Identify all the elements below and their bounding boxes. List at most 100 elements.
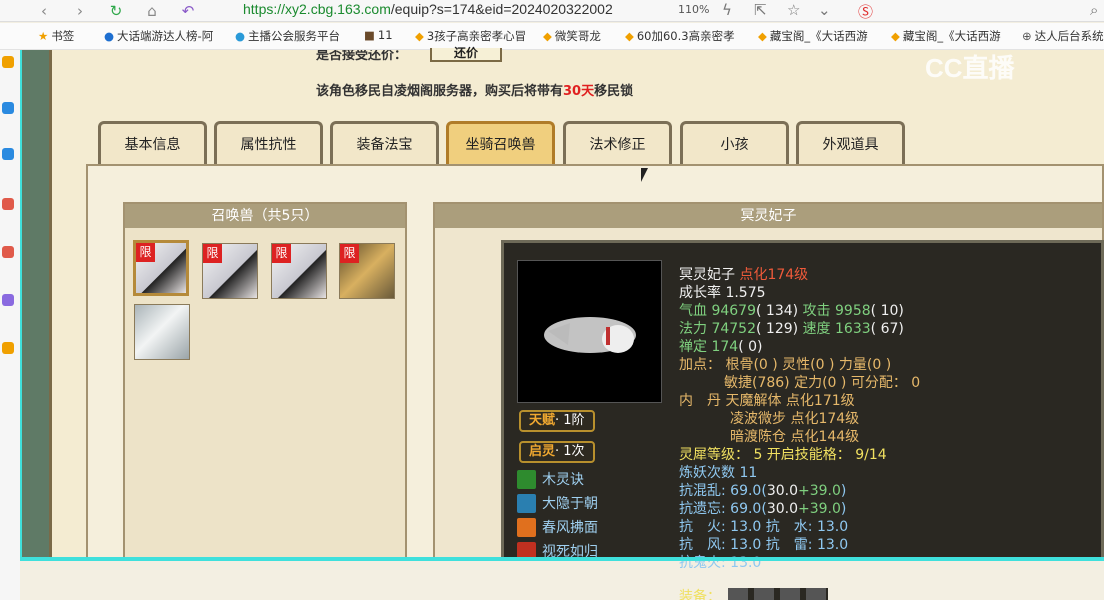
site-icon: ◆ [543, 29, 552, 43]
bargain-button[interactable]: 还价 [430, 47, 502, 62]
equipment-slots[interactable] [728, 588, 828, 600]
overlay-border-bottom [20, 557, 1104, 561]
qiling-badge: 启灵· 1次 [519, 441, 595, 463]
summon-slot[interactable]: 限 [271, 243, 327, 299]
cc-live-logo: CC直播 [925, 53, 1015, 83]
refresh-icon[interactable]: ↻ [106, 1, 126, 21]
star-icon: ★ [38, 29, 49, 43]
chanding-line: 禅定 174( 0) [679, 339, 763, 355]
url-field[interactable]: https://xy2.cbg.163.com/equip?s=174&eid=… [243, 0, 613, 18]
skill-item[interactable]: 木灵诀 [517, 470, 584, 490]
back-icon[interactable]: ‹ [34, 1, 54, 21]
sidebar-chat-icon[interactable] [2, 102, 14, 114]
dianhua-level: 点化174级 [739, 267, 809, 283]
sidebar-shop-icon[interactable] [2, 198, 14, 210]
skill-icon [517, 518, 536, 537]
limit-badge: 限 [203, 244, 222, 263]
summon-slot[interactable]: 限 [133, 240, 189, 296]
zoom-level[interactable]: 110% [678, 3, 709, 16]
bookmark-item[interactable]: ● 主播公会服务平台 [235, 28, 340, 44]
bookmark-item[interactable]: ⊕ 达人后台系统 [1022, 28, 1104, 44]
forward-icon[interactable]: › [70, 1, 90, 21]
site-icon: ■ [364, 28, 375, 42]
resist-fire-water-line: 抗 火: 13.0 抗 水: 13.0 [679, 519, 849, 535]
skill-item[interactable]: 大隐于朝 [517, 494, 598, 514]
bookmark-item[interactable]: ◆ 3孩子高亲密孝心冒 [415, 28, 526, 44]
url-host: https://xy2.cbg.163.com [243, 1, 391, 17]
site-icon: ● [235, 29, 246, 43]
bookmark-item[interactable]: ◆ 60加60.3高亲密孝 [625, 28, 735, 44]
resist-chaos-line: 抗混乱: 69.0(30.0+39.0) [679, 483, 847, 499]
bookmarks-bar: ★ 书签 ● 大话端游达人榜-阿 ● 主播公会服务平台 ■ 11 ◆ 3孩子高亲密孝心冒 … [0, 23, 1104, 50]
undo-icon[interactable]: ↶ [178, 1, 198, 21]
tab-children[interactable]: 小孩 [680, 121, 789, 166]
bookmark-item[interactable]: ◆ 微笑哥龙 [543, 28, 601, 44]
sidebar-cloud-icon[interactable] [2, 148, 14, 160]
url-path: /equip?s=174&eid=2024020322002 [390, 1, 613, 17]
sidebar-star-icon[interactable] [2, 56, 14, 68]
site-icon: ◆ [625, 29, 634, 43]
summon-slot[interactable]: 限 [202, 243, 258, 299]
neidan-line-1: 内 丹 天魔解体 点化171级 [679, 393, 855, 409]
browser-sidebar [0, 50, 20, 600]
chevron-down-icon[interactable]: ⌄ [818, 1, 831, 19]
skill-icon [517, 470, 536, 489]
sidebar-game-icon[interactable] [2, 342, 14, 354]
star-icon[interactable]: ☆ [787, 1, 800, 19]
mouse-cursor-icon [641, 168, 648, 182]
points-line-1: 加点： 根骨(0 ) 灵性(0 ) 力量(0 ) [679, 357, 892, 373]
sidebar-music-icon[interactable] [2, 246, 14, 258]
skill-icon [517, 494, 536, 513]
bookmark-item[interactable]: ◆ 藏宝阁_《大话西游 [891, 28, 1001, 44]
talent-badge: 天赋· 1阶 [519, 410, 595, 432]
summon-slot[interactable] [134, 304, 190, 360]
overlay-border-left [20, 50, 22, 560]
site-icon: ◆ [891, 29, 900, 43]
bookmark-item[interactable]: ● 大话端游达人榜-阿 [104, 28, 213, 44]
site-icon: ◆ [415, 29, 424, 43]
summon-detail-title: 冥灵妃子 [435, 204, 1102, 228]
search-icon[interactable]: ⌕ [1090, 1, 1098, 19]
neidan-line-3: 暗渡陈仓 点化144级 [730, 429, 860, 445]
summon-name-line: 冥灵妃子 点化174级 [679, 267, 809, 283]
bookmark-item[interactable]: ★ 书签 [38, 28, 74, 44]
limit-badge: 限 [272, 244, 291, 263]
hp-atk-line: 气血 94679( 134) 攻击 9958( 10) [679, 303, 904, 319]
share-icon[interactable]: ⇱ [754, 1, 767, 19]
tab-appearance[interactable]: 外观道具 [796, 121, 905, 166]
tab-equipment[interactable]: 装备法宝 [330, 121, 439, 166]
mp-spd-line: 法力 74752( 129) 速度 1633( 67) [679, 321, 904, 337]
limit-badge: 限 [136, 243, 155, 262]
summon-slot[interactable]: 限 [339, 243, 395, 299]
skill-item[interactable]: 视死如归 [517, 542, 598, 558]
points-line-2: 敏捷(786) 定力(0 ) 可分配： 0 [724, 375, 921, 391]
resist-wind-thunder-line: 抗 风: 13.0 抗 雷: 13.0 [679, 537, 849, 553]
tab-spell-mods[interactable]: 法术修正 [563, 121, 672, 166]
lingxi-line: 灵犀等级： 5 开启技能格： 9/14 [679, 447, 887, 463]
search-engine-icon[interactable]: Ⓢ [858, 1, 873, 22]
resist-forget-line: 抗遗忘: 69.0(30.0+39.0) [679, 501, 847, 517]
bookmark-item[interactable]: ◆ 藏宝阁_《大话西游 [758, 28, 868, 44]
growth-line: 成长率 1.575 [679, 285, 766, 301]
migration-days: 30天 [563, 84, 595, 99]
skill-icon [517, 542, 536, 558]
lianyao-line: 炼妖次数 11 [679, 465, 758, 481]
tab-basic-info[interactable]: 基本信息 [98, 121, 207, 166]
tab-mounts-summons[interactable]: 坐骑召唤兽 [446, 121, 555, 166]
skill-item[interactable]: 春风拂面 [517, 518, 598, 538]
tab-attributes[interactable]: 属性抗性 [214, 121, 323, 166]
globe-icon: ⊕ [1022, 29, 1032, 43]
bookmark-item[interactable]: ■ 11 [364, 28, 393, 42]
sidebar-note-icon[interactable] [2, 294, 14, 306]
site-icon: ● [104, 29, 115, 43]
migration-notice: 该角色移民自凌烟阁服务器，购买后将带有30天移民锁 [316, 84, 634, 99]
equipment-line: 装备： [679, 589, 721, 600]
summon-portrait [517, 260, 662, 403]
summon-figure-icon [544, 317, 636, 353]
address-bar: ‹ › ↻ ⌂ ↶ https://xy2.cbg.163.com/equip?… [0, 0, 1104, 22]
summons-list-title: 召唤兽（共5只） [125, 204, 405, 228]
lightning-icon[interactable]: ϟ [722, 1, 732, 19]
home-icon[interactable]: ⌂ [142, 1, 162, 21]
neidan-line-2: 凌波微步 点化174级 [730, 411, 860, 427]
site-icon: ◆ [758, 29, 767, 43]
